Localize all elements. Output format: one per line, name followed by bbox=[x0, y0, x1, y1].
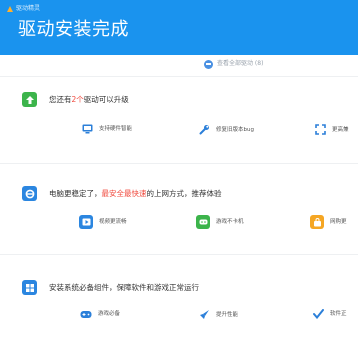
app-name: 驱动精灵 bbox=[16, 5, 41, 12]
item-label: 软件正 bbox=[330, 311, 347, 317]
divider bbox=[0, 163, 358, 164]
wrench-icon bbox=[199, 125, 209, 135]
app-shopping[interactable]: 网购更 bbox=[310, 215, 347, 229]
section-components-header: 安装系统必备组件，保障软件和游戏正常运行 bbox=[22, 280, 199, 295]
item-label: 游戏必备 bbox=[98, 311, 121, 317]
section-upgrade-text: 您还有2个驱动可以升级 bbox=[49, 94, 129, 104]
app-game-no-lag[interactable]: 游戏不卡机 bbox=[196, 215, 244, 229]
item-label: 网购更 bbox=[330, 219, 347, 225]
upgrade-icon bbox=[22, 92, 37, 107]
system-components-icon bbox=[22, 280, 37, 295]
browser-e-icon bbox=[22, 186, 37, 201]
expand-icon bbox=[315, 124, 326, 135]
monitor-icon bbox=[82, 124, 93, 134]
view-all-drivers-link[interactable]: 查看全部驱动 (8) bbox=[204, 58, 263, 70]
component-performance[interactable]: 提升性能 bbox=[199, 309, 238, 320]
section-components-text: 安装系统必备组件，保障软件和游戏正常运行 bbox=[49, 282, 199, 292]
game-app-icon bbox=[196, 215, 210, 229]
feature-hardware-support[interactable]: 支持硬件智能 bbox=[82, 124, 132, 134]
item-label: 视频更流畅 bbox=[99, 219, 127, 225]
feature-bug-fix[interactable]: 修复旧版本bug bbox=[199, 124, 254, 135]
divider bbox=[0, 76, 358, 77]
app-logo-icon bbox=[7, 6, 13, 12]
section-upgrade-header: 您还有2个驱动可以升级 bbox=[22, 92, 129, 107]
gamepad-icon bbox=[80, 310, 92, 318]
feature-compatibility[interactable]: 更高兼 bbox=[315, 124, 349, 135]
view-all-label: 查看全部驱动 (8) bbox=[217, 60, 264, 67]
divider bbox=[0, 254, 358, 255]
video-app-icon bbox=[79, 215, 93, 229]
shop-app-icon bbox=[310, 215, 324, 229]
rocket-icon bbox=[200, 310, 209, 319]
app-video-smooth[interactable]: 视频更流畅 bbox=[79, 215, 127, 229]
item-label: 提升性能 bbox=[216, 311, 239, 318]
item-label: 游戏不卡机 bbox=[216, 219, 244, 225]
app-logo: 驱动精灵 bbox=[6, 5, 40, 13]
item-label: 修复旧版本bug bbox=[216, 126, 254, 133]
section-browser-header: 电脑更稳定了，最安全最快速的上网方式，推荐体验 bbox=[22, 186, 222, 201]
item-label: 更高兼 bbox=[332, 126, 349, 133]
item-label: 支持硬件智能 bbox=[99, 126, 133, 132]
component-game-essentials[interactable]: 游戏必备 bbox=[80, 309, 120, 319]
minus-circle-icon bbox=[204, 59, 213, 69]
page-title: 驱动安装完成 bbox=[18, 19, 129, 40]
check-icon bbox=[313, 309, 324, 319]
section-browser-text: 电脑更稳定了，最安全最快速的上网方式，推荐体验 bbox=[49, 188, 222, 198]
title-bar: 驱动精灵 驱动安装完成 bbox=[0, 0, 358, 55]
component-software-running[interactable]: 软件正 bbox=[313, 309, 347, 319]
